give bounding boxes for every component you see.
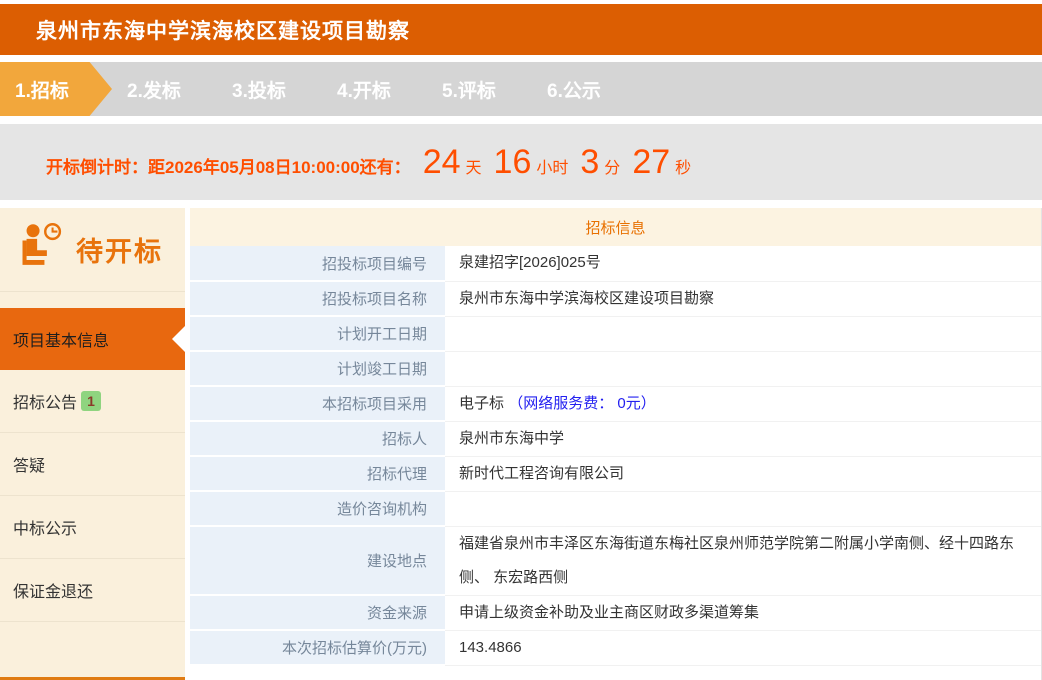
step-2-issue[interactable]: 2.发标 (112, 62, 217, 116)
tender-info-table: 招投标项目编号 泉建招字[2026]025号 招投标项目名称 泉州市东海中学滨海… (190, 246, 1041, 666)
table-row: 资金来源 申请上级资金补助及业主商区财政多渠道筹集 (190, 595, 1041, 631)
table-row: 本次招标估算价(万元) 143.4866 (190, 630, 1041, 666)
row-value: 电子标 （网络服务费： 0元） (445, 386, 1041, 422)
row-label: 资金来源 (190, 595, 445, 631)
sidebar-item-label: 答疑 (13, 458, 46, 475)
sidebar-item-award-publicity[interactable]: 中标公示 (0, 496, 185, 559)
countdown-minutes: 3 (580, 142, 600, 181)
content-area: 待开标 项目基本信息 招标公告 1 答疑 中标公示 保证金退还 招标信息 招投标… (0, 208, 1042, 680)
step-label: 6.公示 (547, 80, 601, 102)
network-fee-link[interactable]: （网络服务费： 0元） (508, 395, 656, 412)
row-value: 泉建招字[2026]025号 (445, 246, 1041, 282)
row-label: 计划竣工日期 (190, 351, 445, 387)
sidebar-item-announcement[interactable]: 招标公告 1 (0, 370, 185, 433)
row-value: 143.4866 (445, 630, 1041, 666)
main-panel: 招标信息 招投标项目编号 泉建招字[2026]025号 招投标项目名称 泉州市东… (190, 208, 1042, 680)
countdown-seconds: 27 (632, 142, 671, 181)
bid-type-value: 电子标 (459, 394, 505, 412)
countdown-days: 24 (422, 142, 461, 181)
table-row: 招标人 泉州市东海中学 (190, 421, 1041, 457)
countdown-until: 距2026年05月08日10:00:00还有： (148, 157, 411, 177)
countdown-seconds-unit: 秒 (675, 159, 692, 177)
step-label: 3.投标 (232, 80, 286, 102)
sidebar-item-label: 招标公告 (13, 395, 78, 412)
table-row: 建设地点 福建省泉州市丰泽区东海街道东梅社区泉州师范学院第二附属小学南侧、经十四… (190, 526, 1041, 596)
sidebar-item-label: 中标公示 (13, 521, 78, 538)
status-label: 待开标 (76, 237, 163, 267)
sidebar-item-label: 保证金退还 (13, 584, 94, 601)
countdown-hours: 16 (493, 142, 532, 181)
step-5-evaluation[interactable]: 5.评标 (427, 62, 532, 116)
sidebar-item-label: 项目基本信息 (13, 333, 110, 350)
table-row: 招标代理 新时代工程咨询有限公司 (190, 456, 1041, 492)
table-row: 本招标项目采用 电子标 （网络服务费： 0元） (190, 386, 1041, 422)
step-3-bid[interactable]: 3.投标 (217, 62, 322, 116)
process-steps-bar: 1.招标 2.发标 3.投标 4.开标 5.评标 6.公示 (0, 62, 1042, 116)
step-1-tender[interactable]: 1.招标 (0, 62, 112, 116)
sidebar-item-qa[interactable]: 答疑 (0, 433, 185, 496)
table-row: 造价咨询机构 (190, 491, 1041, 527)
row-label: 招标人 (190, 421, 445, 457)
sidebar-item-basic-info[interactable]: 项目基本信息 (0, 308, 185, 370)
row-value (445, 351, 1041, 387)
row-label: 计划开工日期 (190, 316, 445, 352)
step-4-opening[interactable]: 4.开标 (322, 62, 427, 116)
table-title: 招标信息 (190, 208, 1041, 246)
count-badge: 1 (81, 391, 102, 411)
row-value: 泉州市东海中学 (445, 421, 1041, 457)
countdown-days-unit: 天 (465, 159, 482, 177)
status-badge: 待开标 (0, 208, 185, 292)
countdown-prefix: 开标倒计时： (46, 157, 148, 177)
countdown-text: 开标倒计时： 距2026年05月08日10:00:00还有： 24 天 16 小… (46, 143, 691, 182)
row-value (445, 316, 1041, 352)
header-bar: 泉州市东海中学滨海校区建设项目勘察 (0, 4, 1042, 55)
page-title: 泉州市东海中学滨海校区建设项目勘察 (36, 19, 410, 43)
step-label: 4.开标 (337, 80, 391, 102)
row-value: 新时代工程咨询有限公司 (445, 456, 1041, 492)
sidebar-menu: 项目基本信息 招标公告 1 答疑 中标公示 保证金退还 (0, 308, 185, 622)
step-label: 1.招标 (15, 80, 69, 102)
row-value: 申请上级资金补助及业主商区财政多渠道筹集 (445, 595, 1041, 631)
row-label: 招标代理 (190, 456, 445, 492)
row-label: 建设地点 (190, 526, 445, 596)
countdown-bar: 开标倒计时： 距2026年05月08日10:00:00还有： 24 天 16 小… (0, 124, 1042, 200)
sidebar-item-deposit-refund[interactable]: 保证金退还 (0, 559, 185, 622)
active-indicator-arrow-icon (172, 326, 185, 352)
countdown-minutes-unit: 分 (604, 159, 621, 177)
row-label: 本次招标估算价(万元) (190, 630, 445, 666)
person-waiting-clock-icon (16, 221, 68, 278)
row-label: 造价咨询机构 (190, 491, 445, 527)
row-value: 福建省泉州市丰泽区东海街道东梅社区泉州师范学院第二附属小学南侧、经十四路东侧、 … (445, 526, 1041, 596)
sidebar: 待开标 项目基本信息 招标公告 1 答疑 中标公示 保证金退还 (0, 208, 185, 680)
row-label: 招投标项目编号 (190, 246, 445, 282)
table-row: 计划开工日期 (190, 316, 1041, 352)
step-label: 5.评标 (442, 80, 496, 102)
table-row: 招投标项目名称 泉州市东海中学滨海校区建设项目勘察 (190, 281, 1041, 317)
countdown-hours-unit: 小时 (536, 159, 569, 177)
page: 泉州市东海中学滨海校区建设项目勘察 1.招标 2.发标 3.投标 4.开标 5.… (0, 0, 1042, 680)
row-label: 本招标项目采用 (190, 386, 445, 422)
table-row: 招投标项目编号 泉建招字[2026]025号 (190, 246, 1041, 282)
row-label: 招投标项目名称 (190, 281, 445, 317)
row-value (445, 491, 1041, 527)
row-value: 泉州市东海中学滨海校区建设项目勘察 (445, 281, 1041, 317)
table-row: 计划竣工日期 (190, 351, 1041, 387)
step-label: 2.发标 (127, 80, 181, 102)
step-6-publicity[interactable]: 6.公示 (532, 62, 637, 116)
